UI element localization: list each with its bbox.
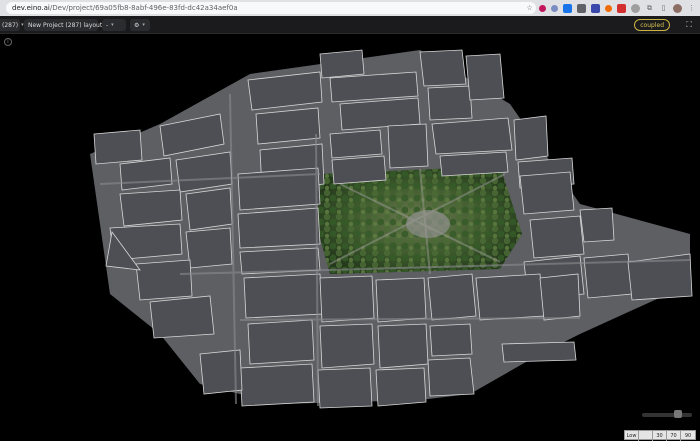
puzzle-icon[interactable]: ⧉ [645, 4, 654, 13]
scale-label: 70 [667, 431, 681, 441]
profile-avatar-icon[interactable] [673, 3, 682, 13]
url-text: dev.eino.ai/Dev/project/69a05fb8-8abf-49… [12, 4, 238, 12]
view-select-label: - [106, 21, 109, 29]
project-count-select[interactable]: (287) ▾ [0, 19, 24, 31]
scale-label: 30 [653, 431, 667, 441]
menu-icon[interactable]: ⋮ [687, 4, 696, 13]
address-bar[interactable]: dev.eino.ai/Dev/project/69a05fb8-8abf-49… [6, 2, 536, 14]
extension-icon[interactable] [577, 3, 586, 13]
extension-icon[interactable] [605, 4, 612, 12]
gear-icon: ⚙ [134, 21, 140, 29]
zoom-slider[interactable] [642, 410, 692, 418]
layout-label: New Project (287) layout [28, 21, 103, 29]
sidebar-icon[interactable]: ▯ [659, 4, 668, 13]
extension-icon[interactable] [617, 3, 626, 13]
coupled-badge[interactable]: coupled [634, 19, 670, 31]
extension-icon[interactable] [563, 3, 572, 13]
scale-label: 90 [684, 433, 692, 439]
zoom-slider-handle[interactable] [674, 410, 682, 418]
browser-bar: dev.eino.ai/Dev/project/69a05fb8-8abf-49… [0, 0, 700, 16]
bookmark-star-icon[interactable]: ☆ [525, 4, 534, 13]
settings-select[interactable]: ⚙ ▾ [130, 19, 150, 31]
url-path: /Dev/project/69a05fb8-8abf-496e-83fd-dc4… [49, 4, 238, 12]
chevron-down-icon: ▾ [142, 22, 145, 28]
view-select[interactable]: - ▾ [102, 19, 126, 31]
expand-icon[interactable]: ⛶ [684, 20, 694, 30]
browser-extension-icons: ☆ ⧉ ▯ ⋮ [525, 2, 696, 14]
extension-icon[interactable] [539, 4, 546, 12]
chevron-down-icon: ▾ [111, 22, 114, 28]
layout-select[interactable]: New Project (287) layout▾ [24, 19, 108, 31]
extension-icon[interactable] [591, 3, 600, 13]
extension-icon[interactable] [551, 4, 558, 12]
scale-legend: Low 30 70 90 [624, 430, 696, 441]
scale-label: Low [625, 431, 639, 441]
extension-icon[interactable] [631, 3, 640, 13]
app-toolbar: (287)▾ New Project (287) layout▾ -▾ ⚙▾ c… [0, 16, 700, 34]
city-model-render[interactable] [0, 34, 700, 441]
scale-label [639, 431, 653, 441]
project-count-label: (287) [2, 21, 19, 29]
url-host: dev.eino.ai [12, 4, 50, 12]
